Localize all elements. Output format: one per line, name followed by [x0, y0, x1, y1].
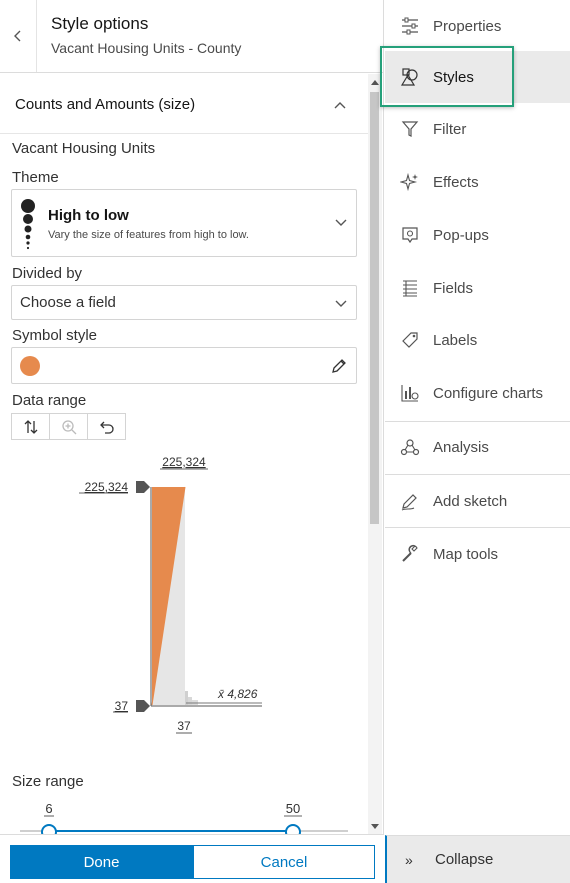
rail-item-map-tools[interactable]: Map tools — [385, 528, 570, 580]
size-max-label[interactable]: 50 — [286, 801, 300, 816]
properties-icon — [402, 17, 418, 35]
data-range-histogram[interactable]: 225,324 x̄ 4,826 225,324 37 37 — [0, 434, 368, 754]
symbol-swatch[interactable] — [20, 356, 40, 376]
size-min-handle[interactable] — [41, 824, 57, 834]
divided-by-value: Choose a field — [20, 294, 116, 311]
size-range-slider[interactable]: 6 50 — [0, 796, 368, 834]
rail-item-analysis[interactable]: Analysis — [385, 421, 570, 473]
settings-rail: Properties Styles Filter Effects Pop-ups — [385, 0, 570, 883]
double-chevron-right-icon: » — [405, 851, 413, 868]
scroll-down-arrow-icon[interactable] — [371, 824, 379, 829]
section-title: Counts and Amounts (size) — [15, 96, 196, 113]
configure-charts-icon — [401, 385, 419, 402]
scrollbar-thumb[interactable] — [370, 92, 379, 524]
field-name-label: Vacant Housing Units — [12, 140, 156, 157]
divided-by-label: Divided by — [12, 265, 83, 282]
rail-item-add-sketch[interactable]: Add sketch — [385, 475, 570, 527]
rail-item-label: Labels — [433, 331, 478, 349]
page-title: Style options — [51, 14, 149, 33]
symbol-style-box[interactable] — [11, 347, 357, 384]
theme-name: High to low — [48, 207, 129, 224]
cancel-button[interactable]: Cancel — [193, 845, 375, 879]
rail-item-effects[interactable]: Effects — [385, 156, 570, 208]
max-top-label[interactable]: 225,324 — [162, 455, 206, 469]
mean-label: x̄ 4,826 — [217, 687, 258, 701]
page-subtitle: Vacant Housing Units - County — [51, 40, 242, 56]
panel-header: Style options Vacant Housing Units - Cou… — [0, 0, 384, 73]
rail-item-filter[interactable]: Filter — [385, 103, 570, 155]
rail-item-label: Add sketch — [433, 492, 508, 510]
chevron-left-icon — [14, 30, 21, 42]
done-button[interactable]: Done — [10, 845, 193, 879]
theme-label: Theme — [12, 169, 59, 186]
chevron-up-icon[interactable] — [334, 100, 346, 110]
effects-icon — [400, 172, 418, 192]
fields-icon — [403, 280, 417, 297]
chevron-down-icon — [335, 219, 347, 226]
rail-item-properties[interactable]: Properties — [385, 0, 570, 52]
section-header-counts-amounts[interactable]: Counts and Amounts (size) — [0, 74, 368, 134]
rail-item-label: Map tools — [433, 545, 499, 563]
rail-item-label: Properties — [433, 17, 502, 35]
high-to-low-icon — [21, 199, 35, 250]
collapse-button[interactable]: » Collapse — [385, 835, 570, 883]
analysis-icon — [400, 439, 420, 456]
symbol-style-label: Symbol style — [12, 327, 98, 344]
swap-vertical-icon — [24, 419, 37, 434]
max-handle[interactable] — [136, 481, 150, 493]
panel-footer: Done Cancel — [0, 834, 384, 883]
panel-scrollbar[interactable] — [368, 74, 382, 834]
rail-item-label: Configure charts — [433, 384, 544, 402]
popups-icon — [402, 227, 418, 244]
add-sketch-icon — [401, 494, 417, 511]
rail-item-configure-charts[interactable]: Configure charts — [385, 367, 570, 419]
labels-icon — [402, 332, 418, 348]
style-options-panel: Style options Vacant Housing Units - Cou… — [0, 0, 384, 883]
collapse-label: Collapse — [435, 851, 494, 868]
zoom-in-icon — [61, 419, 76, 434]
min-handle[interactable] — [136, 700, 150, 712]
rail-item-fields[interactable]: Fields — [385, 262, 570, 314]
pencil-icon[interactable] — [330, 357, 348, 375]
size-max-handle[interactable] — [285, 824, 301, 834]
styles-highlight-box — [380, 46, 514, 107]
panel-scroll-area[interactable]: Counts and Amounts (size) Vacant Housing… — [0, 74, 384, 834]
max-handle-label[interactable]: 225,324 — [85, 480, 129, 494]
map-tools-icon — [402, 544, 418, 562]
rail-item-label: Filter — [433, 120, 467, 138]
undo-icon — [99, 421, 114, 434]
min-bottom-label[interactable]: 37 — [177, 719, 191, 733]
theme-description: Vary the size of features from high to l… — [48, 229, 249, 241]
theme-select[interactable]: High to low Vary the size of features fr… — [11, 189, 357, 257]
rail-item-label: Fields — [433, 279, 474, 297]
rail-item-label: Analysis — [433, 438, 489, 456]
chevron-down-icon — [335, 300, 347, 307]
size-min-label[interactable]: 6 — [45, 801, 52, 816]
size-range-label: Size range — [12, 773, 84, 790]
filter-icon — [401, 121, 419, 137]
rail-item-label: Effects — [433, 173, 479, 191]
histogram-bar — [188, 697, 192, 705]
min-handle-label[interactable]: 37 — [115, 699, 129, 713]
back-button[interactable] — [0, 0, 37, 72]
rail-item-popups[interactable]: Pop-ups — [385, 209, 570, 261]
data-range-label: Data range — [12, 392, 87, 409]
rail-item-labels[interactable]: Labels — [385, 314, 570, 366]
rail-item-label: Pop-ups — [433, 226, 489, 244]
divided-by-select[interactable]: Choose a field — [11, 285, 357, 320]
scroll-up-arrow-icon[interactable] — [371, 80, 379, 85]
